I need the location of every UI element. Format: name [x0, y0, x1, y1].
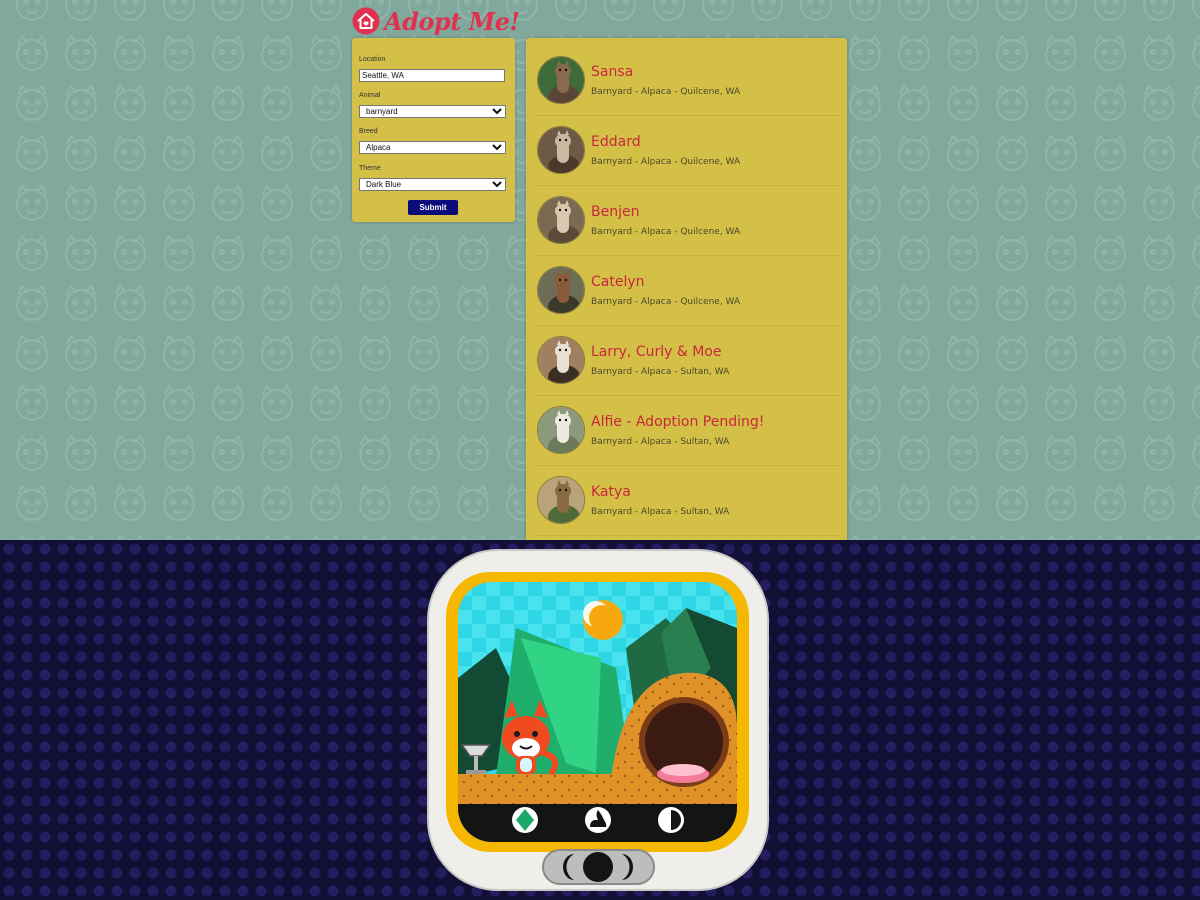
pet-info: Barnyard - Alpaca - Quilcene, WA: [591, 87, 741, 97]
pet-info: Barnyard - Alpaca - Sultan, WA: [591, 437, 730, 447]
pet-name: Eddard: [591, 134, 641, 150]
pet-photo: [537, 56, 585, 104]
pet-photo: [537, 266, 585, 314]
animal-select[interactable]: barnyard: [359, 105, 506, 118]
pet-list-item[interactable]: Catelyn Barnyard - Alpaca - Quilcene, WA: [534, 256, 840, 326]
pet-info: Barnyard - Alpaca - Sultan, WA: [591, 367, 730, 377]
pet-name: Katya: [591, 484, 631, 500]
pet-photo: [537, 196, 585, 244]
control-buttons: [542, 849, 655, 885]
pet-name: Benjen: [591, 204, 640, 220]
sleep-moon-icon: [658, 807, 684, 833]
theme-label: Theme: [359, 165, 381, 172]
pet-photo: [537, 336, 585, 384]
search-params-form: Location Animal barnyard Breed Alpaca Th…: [352, 38, 515, 222]
breed-field-group: Breed Alpaca: [359, 128, 507, 155]
pet-name: Larry, Curly & Moe: [591, 344, 722, 360]
theme-field-group: Theme Dark Blue: [359, 165, 507, 192]
location-label: Location: [359, 56, 386, 63]
search-results-list: Sansa Barnyard - Alpaca - Quilcene, WA Edd…: [526, 38, 847, 540]
pet-photo: [537, 126, 585, 174]
house-heart-icon: [352, 7, 380, 35]
poop-icon: [585, 807, 611, 833]
adopt-me-page: Adopt Me! Location Animal barnyard Breed…: [0, 0, 1200, 540]
hunger-icon: [512, 807, 538, 833]
pet-list-item[interactable]: Katya Barnyard - Alpaca - Sultan, WA: [534, 466, 840, 536]
pet-name: Alfie - Adoption Pending!: [591, 414, 765, 430]
pet-info: Barnyard - Alpaca - Quilcene, WA: [591, 157, 741, 167]
theme-select[interactable]: Dark Blue: [359, 178, 506, 191]
breed-label: Breed: [359, 128, 378, 135]
virtual-pet-app-icon[interactable]: [426, 548, 770, 893]
pet-list-item[interactable]: Larry, Curly & Moe Barnyard - Alpaca - Su…: [534, 326, 840, 396]
logo[interactable]: Adopt Me!: [352, 4, 520, 38]
pet-name: Catelyn: [591, 274, 645, 290]
pet-name: Sansa: [591, 64, 634, 80]
pet-list-item[interactable]: Eddard Barnyard - Alpaca - Quilcene, WA: [534, 116, 840, 186]
pet-photo: [537, 406, 585, 454]
pet-info: Barnyard - Alpaca - Quilcene, WA: [591, 227, 741, 237]
pet-photo: [537, 476, 585, 524]
location-field-group: Location: [359, 56, 507, 83]
pet-info: Barnyard - Alpaca - Quilcene, WA: [591, 297, 741, 307]
pet-list-item[interactable]: Benjen Barnyard - Alpaca - Quilcene, WA: [534, 186, 840, 256]
pet-list-item[interactable]: Sansa Barnyard - Alpaca - Quilcene, WA: [534, 46, 840, 116]
game-screen: [458, 582, 737, 842]
location-input[interactable]: [359, 69, 505, 82]
logo-text: Adopt Me!: [384, 6, 520, 36]
submit-button[interactable]: Submit: [408, 200, 458, 215]
animal-label: Animal: [359, 92, 381, 99]
pet-list-item[interactable]: Alfie - Adoption Pending! Barnyard - Alpa…: [534, 396, 840, 466]
center-button: [583, 852, 613, 882]
breed-select[interactable]: Alpaca: [359, 141, 506, 154]
pet-info: Barnyard - Alpaca - Sultan, WA: [591, 507, 730, 517]
animal-field-group: Animal barnyard: [359, 92, 507, 119]
